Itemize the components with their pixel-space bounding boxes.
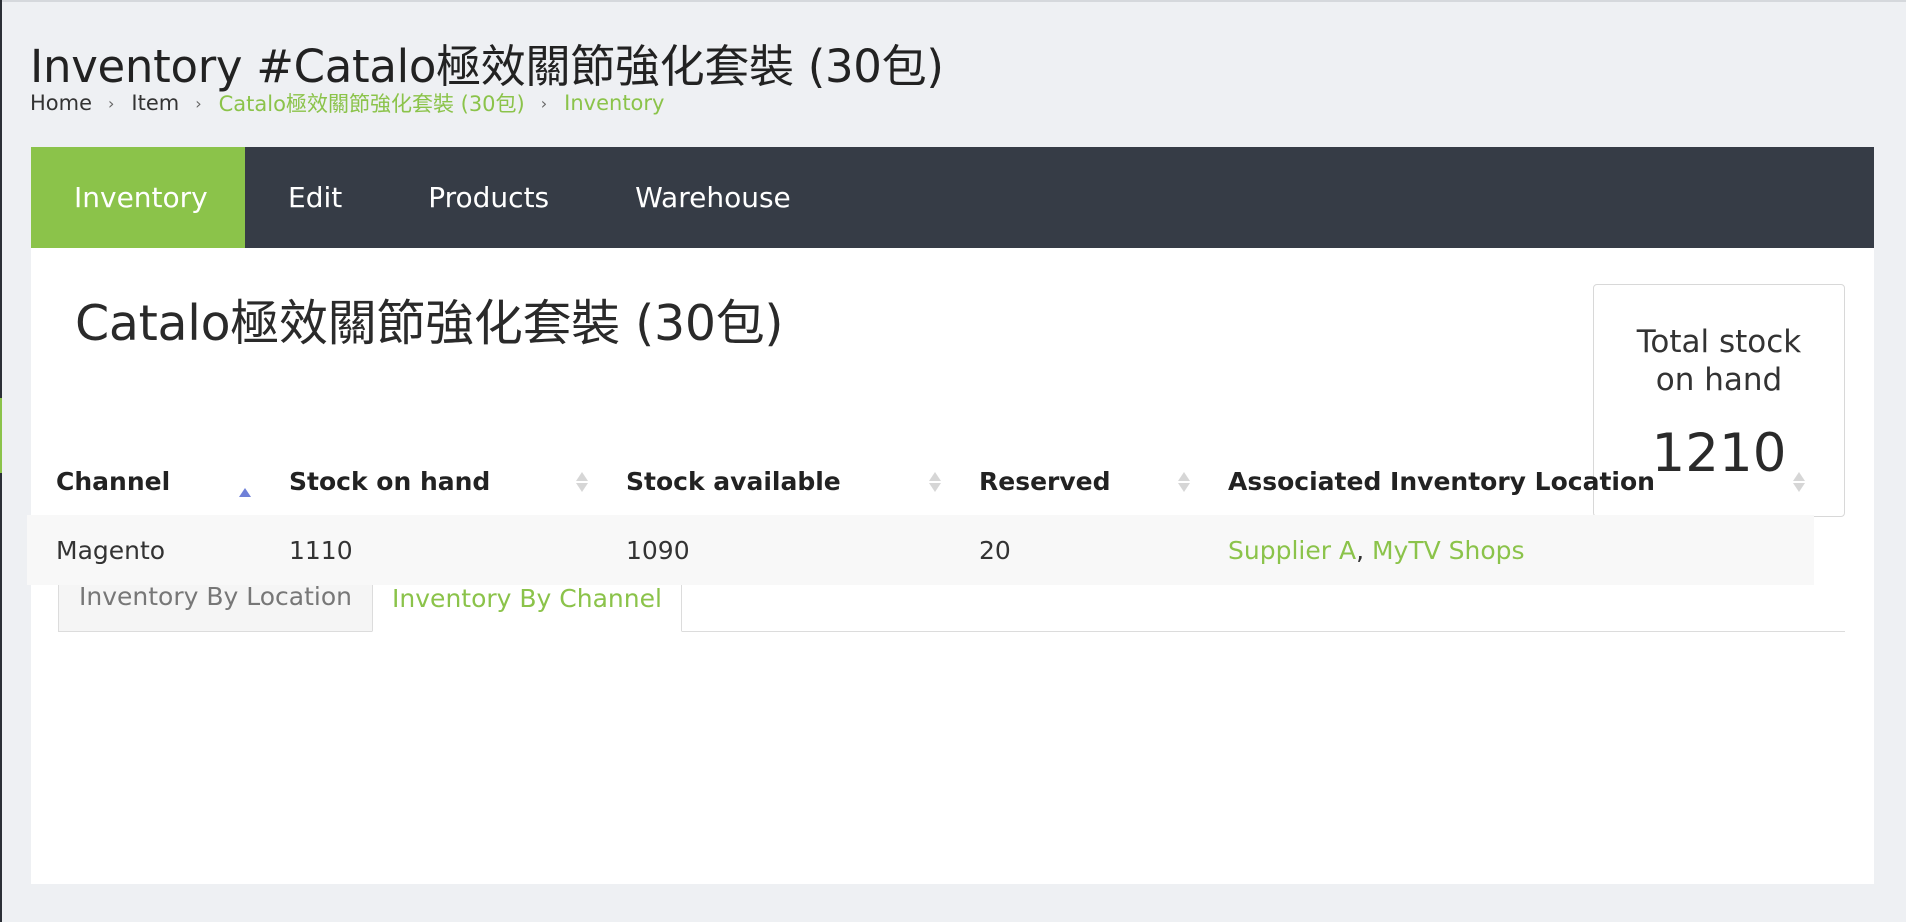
- column-header-stock-on-hand[interactable]: Stock on hand: [260, 467, 597, 496]
- channel-inventory-table: Channel Stock on hand Stock available Re…: [27, 448, 1814, 585]
- cell-stock-available: 1090: [626, 535, 690, 565]
- location-link-supplier-a[interactable]: Supplier A: [1228, 536, 1356, 565]
- tab-edit[interactable]: Edit: [245, 147, 385, 248]
- sort-ascending-icon: [239, 481, 251, 505]
- cell-channel: Magento: [56, 535, 166, 565]
- cell-stock-on-hand: 1110: [289, 535, 353, 565]
- breadcrumb: Home › Item › Catalo極效關節強化套裝 (30包) › Inv…: [30, 88, 664, 118]
- window-top-edge: [0, 0, 1906, 2]
- location-separator: ,: [1356, 535, 1372, 565]
- location-link-mytv-shops[interactable]: MyTV Shops: [1372, 536, 1525, 565]
- sort-icon: [929, 470, 941, 494]
- tab-products[interactable]: Products: [385, 147, 592, 248]
- sidebar-active-indicator: [0, 398, 2, 473]
- total-stock-label: Total stock on hand: [1636, 324, 1802, 398]
- column-header-label: Stock on hand: [289, 467, 491, 496]
- tab-warehouse[interactable]: Warehouse: [592, 147, 834, 248]
- breadcrumb-product[interactable]: Catalo極效關節強化套裝 (30包): [219, 88, 525, 118]
- table-row: Magento 1110 1090 20 Supplier A, MyTV Sh…: [27, 515, 1814, 585]
- column-header-label: Channel: [56, 467, 171, 496]
- tab-inventory[interactable]: Inventory: [31, 147, 245, 248]
- sort-icon: [576, 470, 588, 494]
- column-header-label: Reserved: [979, 467, 1111, 496]
- chevron-right-icon: ›: [195, 93, 202, 113]
- sort-icon: [1178, 470, 1190, 494]
- page-title: Inventory #Catalo極效關節強化套裝 (30包): [30, 40, 944, 93]
- item-name-heading: Catalo極效關節強化套裝 (30包): [75, 295, 784, 352]
- table-header-row: Channel Stock on hand Stock available Re…: [27, 448, 1814, 515]
- column-header-stock-available[interactable]: Stock available: [597, 467, 950, 496]
- breadcrumb-home[interactable]: Home: [30, 91, 92, 115]
- breadcrumb-item[interactable]: Item: [131, 91, 179, 115]
- sort-icon: [1793, 470, 1805, 494]
- main-tab-bar: Inventory Edit Products Warehouse: [31, 147, 1874, 248]
- column-header-label: Associated Inventory Location: [1228, 467, 1655, 496]
- chevron-right-icon: ›: [540, 93, 548, 113]
- cell-reserved: 20: [979, 535, 1011, 565]
- breadcrumb-inventory[interactable]: Inventory: [564, 91, 664, 115]
- column-header-label: Stock available: [626, 467, 841, 496]
- cell-associated-locations: Supplier A, MyTV Shops: [1199, 536, 1814, 565]
- column-header-channel[interactable]: Channel: [27, 467, 260, 497]
- column-header-associated-location[interactable]: Associated Inventory Location: [1199, 467, 1814, 496]
- column-header-reserved[interactable]: Reserved: [950, 467, 1199, 496]
- chevron-right-icon: ›: [108, 93, 115, 113]
